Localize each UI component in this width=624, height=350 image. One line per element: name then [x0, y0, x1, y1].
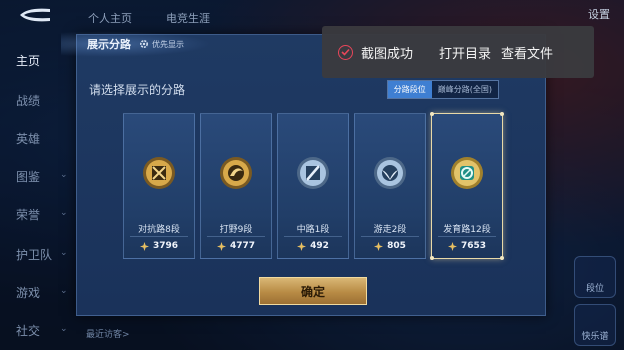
lane-score: 492 [278, 241, 348, 251]
chevron-down-icon: ⌄ [60, 286, 68, 296]
star-icon [374, 241, 384, 251]
lane-card-roam[interactable]: 游走2段 805 [354, 113, 426, 259]
divider [130, 236, 188, 237]
chevron-down-icon: ⌄ [60, 248, 68, 258]
right-panel: 段位 快乐谱 [554, 60, 624, 350]
view-file-button[interactable]: 查看文件 [501, 43, 553, 62]
claw-icon [220, 157, 252, 189]
star-icon [216, 241, 226, 251]
dialog-title: 展示分路 [87, 38, 131, 51]
star-icon [447, 241, 457, 251]
nav-item-guard-team[interactable]: 护卫队 [16, 246, 52, 263]
tab-esports[interactable]: 电竞生涯 [166, 10, 210, 26]
gear-icon [139, 39, 149, 49]
score-value: 805 [387, 241, 406, 251]
lane-card-farm[interactable]: 发育路12段 7653 [430, 112, 504, 260]
nav-item-heroes[interactable]: 英雄 [16, 130, 40, 147]
lane-label: 发育路12段 [443, 225, 491, 235]
tab-peak-lane[interactable]: 巅峰分路(全国) [431, 81, 498, 98]
nav-item-home[interactable]: 主页 [16, 52, 40, 69]
lane-label: 对抗路8段 [138, 225, 180, 235]
lane-score: 7653 [432, 241, 502, 251]
lane-card-jungle[interactable]: 打野9段 4777 [200, 113, 272, 259]
divider [438, 236, 496, 237]
dialog-header: 展示分路 优先显示 [61, 31, 211, 57]
nav-item-games[interactable]: 游戏 [16, 284, 40, 301]
score-value: 3796 [152, 241, 179, 251]
lane-card-top[interactable]: 对抗路8段 3796 [123, 113, 195, 259]
divider [207, 236, 265, 237]
nav-item-record[interactable]: 战绩 [16, 92, 40, 109]
nav-item-codex[interactable]: 图鉴 [16, 168, 40, 185]
lane-label: 打野9段 [219, 225, 253, 235]
divider [361, 236, 419, 237]
lane-score: 4777 [201, 241, 271, 251]
crossed-swords-icon [143, 157, 175, 189]
settings-link[interactable]: 设置 [588, 6, 610, 22]
slash-icon [297, 157, 329, 189]
open-directory-button[interactable]: 打开目录 [439, 43, 491, 62]
target-icon [451, 157, 483, 189]
screenshot-toast: 截图成功 打开目录 查看文件 [322, 26, 594, 78]
check-circle-icon [338, 44, 353, 60]
corner-dot [430, 256, 434, 260]
lane-score: 805 [355, 241, 425, 251]
lane-card-mid[interactable]: 中路1段 492 [277, 113, 349, 259]
star-icon [139, 241, 149, 251]
score-value: 7653 [460, 241, 487, 251]
score-value: 4777 [229, 241, 256, 251]
recent-visitors-link[interactable]: 最近访客> [86, 327, 130, 340]
nav-item-honor[interactable]: 荣誉 [16, 206, 40, 223]
music-score-button[interactable]: 快乐谱 [574, 304, 616, 346]
priority-toggle[interactable]: 优先显示 [139, 39, 184, 50]
chevron-down-icon: ⌄ [60, 324, 68, 334]
priority-label: 优先显示 [152, 39, 184, 49]
back-arrow-icon[interactable] [16, 6, 54, 24]
score-value: 492 [310, 241, 329, 251]
lane-label: 中路1段 [296, 225, 330, 235]
corner-dot [500, 112, 504, 116]
lane-type-tabs: 分路段位 巅峰分路(全国) [386, 80, 499, 99]
toast-message: 截图成功 [361, 46, 414, 62]
star-icon [297, 241, 307, 251]
select-lane-prompt: 请选择展示的分路 [89, 83, 186, 97]
lane-label: 游走2段 [373, 225, 407, 235]
tab-profile[interactable]: 个人主页 [88, 10, 132, 26]
wings-icon [374, 157, 406, 189]
corner-dot [500, 256, 504, 260]
divider [284, 236, 342, 237]
chevron-down-icon: ⌄ [60, 208, 68, 218]
rank-button[interactable]: 段位 [574, 256, 616, 298]
chevron-down-icon: ⌄ [60, 170, 68, 180]
corner-dot [430, 112, 434, 116]
confirm-button[interactable]: 确定 [259, 277, 367, 305]
nav-item-social[interactable]: 社交 [16, 322, 40, 339]
lane-score: 3796 [124, 241, 194, 251]
tab-lane-rank[interactable]: 分路段位 [387, 81, 432, 98]
lane-card-list: 对抗路8段 3796 打野9段 4777 中路1段 492 游走2段 805 发… [123, 112, 504, 260]
